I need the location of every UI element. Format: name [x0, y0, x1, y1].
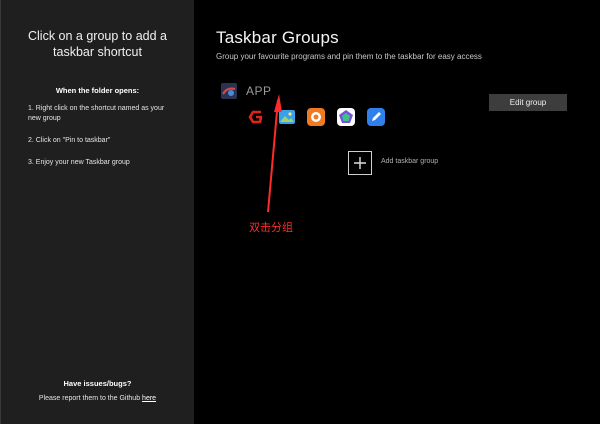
group-name[interactable]: APP [246, 84, 272, 98]
group-app-icon[interactable] [221, 83, 237, 99]
add-group-label[interactable]: Add taskbar group [381, 158, 438, 165]
image-viewer-icon [278, 108, 296, 126]
instructions-heading: When the folder opens: [55, 86, 140, 95]
issues-heading: Have issues/bugs? [63, 379, 132, 388]
edit-group-button[interactable]: Edit group [489, 94, 567, 111]
instruction-step-2: 2. Click on "Pin to taskbar" [28, 137, 111, 144]
add-group-button[interactable] [348, 151, 372, 175]
page-title: Taskbar Groups [216, 28, 339, 47]
pentagon-app-icon [337, 108, 355, 126]
report-text-label: Please report them to the Github [38, 395, 141, 402]
sidebar: Click on a group to add a taskbar shortc… [0, 0, 194, 424]
page-subtitle: Group your favourite programs and pin th… [216, 52, 482, 61]
annotation-arrow [267, 94, 282, 213]
github-link[interactable]: here [142, 395, 156, 402]
orange-app-icon [307, 108, 325, 126]
report-text: Please report them to the Github here [1, 395, 194, 402]
plus-icon [354, 157, 366, 169]
blue-pen-app-icon [367, 108, 385, 126]
instruction-step-1: 1. Right click on the shortcut named as … [28, 105, 165, 122]
main-panel: Taskbar Groups Group your favourite prog… [194, 0, 600, 424]
instruction-step-3: 3. Enjoy your new Taskbar group [28, 159, 130, 166]
sidebar-title: Click on a group to add a taskbar shortc… [28, 29, 167, 59]
red-g-app-icon [247, 108, 265, 126]
annotation-text: 双击分组 [249, 221, 293, 234]
